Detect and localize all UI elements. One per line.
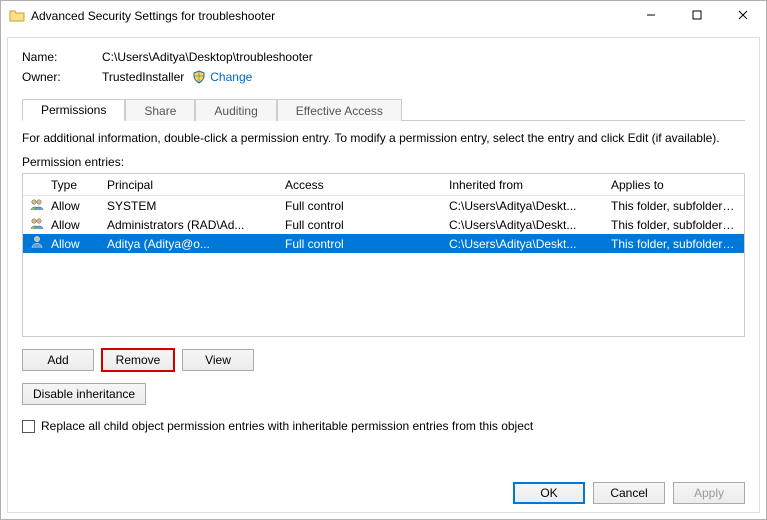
replace-checkbox[interactable] [22,420,35,433]
tab-strip: Permissions Share Auditing Effective Acc… [22,98,745,121]
table-row[interactable]: AllowSYSTEMFull controlC:\Users\Aditya\D… [23,196,744,215]
grid-body: AllowSYSTEMFull controlC:\Users\Aditya\D… [23,196,744,253]
permission-entries-grid[interactable]: Type Principal Access Inherited from App… [22,173,745,337]
remove-button[interactable]: Remove [102,349,174,371]
dialog-footer: OK Cancel Apply [513,482,745,504]
disable-inheritance-button[interactable]: Disable inheritance [22,383,146,405]
cell-access: Full control [279,198,443,214]
col-principal-header[interactable]: Principal [101,176,279,194]
replace-checkbox-row: Replace all child object permission entr… [22,419,745,433]
entry-button-row: Add Remove View [22,349,745,371]
cancel-button[interactable]: Cancel [593,482,665,504]
content-area: Name: C:\Users\Aditya\Desktop\troublesho… [7,37,760,513]
cell-type: Allow [45,236,101,252]
ok-button[interactable]: OK [513,482,585,504]
group-icon [29,196,45,212]
apply-button[interactable]: Apply [673,482,745,504]
entries-label: Permission entries: [22,155,745,169]
tab-effective-access[interactable]: Effective Access [277,99,402,121]
dialog-window: Advanced Security Settings for troublesh… [0,0,767,520]
cell-applies: This folder, subfolders and files [605,217,744,233]
info-text: For additional information, double-click… [22,131,745,145]
col-icon-header[interactable] [23,183,45,187]
owner-label: Owner: [22,70,102,84]
change-link-text: Change [210,70,252,84]
tab-share[interactable]: Share [125,99,195,121]
col-applies-header[interactable]: Applies to [605,176,744,194]
cell-type: Allow [45,217,101,233]
cell-applies: This folder, subfolders and files [605,236,744,252]
owner-value: TrustedInstaller [102,70,184,84]
close-button[interactable] [720,1,766,29]
change-owner-link[interactable]: Change [192,70,252,84]
inheritance-button-row: Disable inheritance [22,383,745,405]
window-title: Advanced Security Settings for troublesh… [31,9,628,23]
cell-inherited: C:\Users\Aditya\Deskt... [443,198,605,214]
grid-header: Type Principal Access Inherited from App… [23,174,744,196]
name-value: C:\Users\Aditya\Desktop\troubleshooter [102,50,313,64]
replace-checkbox-label: Replace all child object permission entr… [41,419,533,433]
user-icon [29,234,45,250]
owner-row: Owner: TrustedInstaller Change [22,70,745,84]
table-row[interactable]: AllowAditya (Aditya@o...Full controlC:\U… [23,234,744,253]
shield-icon [192,70,206,84]
titlebar: Advanced Security Settings for troublesh… [1,1,766,31]
folder-icon [9,8,25,24]
minimize-button[interactable] [628,1,674,29]
group-icon [29,215,45,231]
cell-inherited: C:\Users\Aditya\Deskt... [443,236,605,252]
cell-type: Allow [45,198,101,214]
add-button[interactable]: Add [22,349,94,371]
col-type-header[interactable]: Type [45,176,101,194]
col-inherited-header[interactable]: Inherited from [443,176,605,194]
col-access-header[interactable]: Access [279,176,443,194]
cell-principal: Aditya (Aditya@o... [101,236,279,252]
view-button[interactable]: View [182,349,254,371]
cell-applies: This folder, subfolders and files [605,198,744,214]
cell-access: Full control [279,217,443,233]
window-controls [628,1,766,31]
table-row[interactable]: AllowAdministrators (RAD\Ad...Full contr… [23,215,744,234]
name-label: Name: [22,50,102,64]
tab-permissions[interactable]: Permissions [22,99,125,121]
tab-auditing[interactable]: Auditing [195,99,276,121]
cell-principal: Administrators (RAD\Ad... [101,217,279,233]
cell-principal: SYSTEM [101,198,279,214]
name-row: Name: C:\Users\Aditya\Desktop\troublesho… [22,50,745,64]
cell-inherited: C:\Users\Aditya\Deskt... [443,217,605,233]
maximize-button[interactable] [674,1,720,29]
cell-access: Full control [279,236,443,252]
